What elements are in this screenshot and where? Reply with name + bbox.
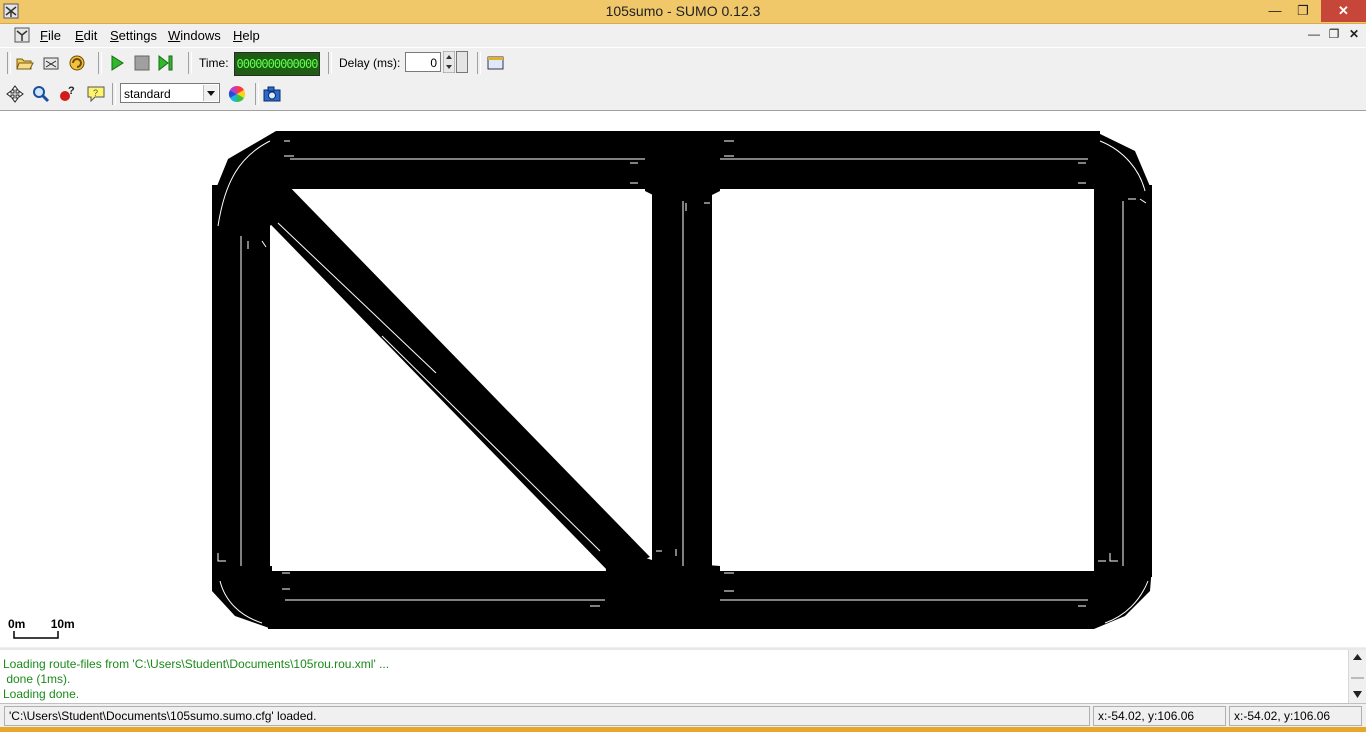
menu-help[interactable]: Help — [233, 28, 260, 43]
camera-icon[interactable] — [262, 84, 282, 104]
open-network-icon[interactable] — [41, 53, 61, 73]
scale-ruler — [13, 631, 59, 639]
document-icon[interactable] — [14, 27, 30, 43]
mdi-close-icon[interactable]: ✕ — [1346, 27, 1362, 41]
toolbar-grip[interactable] — [188, 52, 192, 74]
close-icon[interactable]: ✕ — [1321, 0, 1366, 22]
menu-windows[interactable]: Windows — [168, 28, 221, 43]
network-view[interactable]: 0m 10m — [0, 111, 1366, 647]
log-line: Loading done. — [3, 687, 80, 701]
color-scheme-select[interactable]: standard — [120, 83, 220, 103]
restore-icon[interactable]: ❐ — [1292, 0, 1314, 22]
toolbar-grip[interactable] — [477, 52, 481, 74]
color-scheme-value: standard — [124, 87, 171, 101]
log-scrollbar[interactable] — [1348, 650, 1366, 704]
status-bar: 'C:\Users\Student\Documents\105sumo.sumo… — [0, 703, 1366, 728]
play-icon[interactable] — [107, 53, 127, 73]
toolbar-grip[interactable] — [328, 52, 332, 74]
title-bar: 105sumo - SUMO 0.12.3 — ❐ ✕ — [0, 0, 1366, 24]
toolbar-grip[interactable] — [112, 83, 116, 105]
status-message: 'C:\Users\Student\Documents\105sumo.sumo… — [4, 706, 1090, 726]
stop-icon[interactable] — [132, 53, 152, 73]
delay-input[interactable]: 0 — [405, 52, 441, 72]
tooltip-icon[interactable]: ? — [85, 84, 107, 104]
menu-settings[interactable]: Settings — [110, 28, 157, 43]
scroll-arrows-icon[interactable] — [1349, 650, 1366, 704]
toolbar-grip[interactable] — [98, 52, 102, 74]
view-toolbar: ? ? standard — [0, 79, 1366, 111]
step-icon[interactable] — [157, 53, 177, 73]
svg-text:?: ? — [68, 85, 75, 97]
menu-edit[interactable]: Edit — [75, 28, 97, 43]
cursor-coordinates: x:-54.02, y:106.06 — [1093, 706, 1226, 726]
reload-icon[interactable] — [67, 53, 87, 73]
toolbar-grip[interactable] — [255, 83, 259, 105]
chevron-down-icon[interactable] — [203, 85, 218, 101]
simulation-toolbar: Time: 0000000000000 Delay (ms): 0 — [0, 47, 1366, 80]
minimize-icon[interactable]: — — [1264, 0, 1286, 22]
delay-slider[interactable] — [456, 51, 468, 73]
delay-label: Delay (ms): — [339, 56, 401, 70]
new-view-icon[interactable] — [486, 53, 506, 73]
delay-spinner-icon[interactable] — [443, 51, 455, 73]
cursor-geo-coordinates: x:-54.02, y:106.06 — [1229, 706, 1362, 726]
menu-file[interactable]: File — [40, 28, 61, 43]
locate-junction-icon[interactable]: ? — [57, 84, 77, 104]
open-folder-icon[interactable] — [15, 53, 35, 73]
scale-start-label: 0m — [8, 617, 26, 631]
svg-text:?: ? — [93, 88, 98, 98]
mdi-restore-icon[interactable]: ❐ — [1326, 27, 1342, 41]
scale-end-label: 10m — [50, 617, 75, 631]
message-log[interactable]: Loading route-files from 'C:\Users\Stude… — [0, 648, 1366, 704]
scale-bar: 0m 10m — [8, 617, 75, 639]
log-line: Loading route-files from 'C:\Users\Stude… — [3, 657, 390, 671]
color-wheel-icon[interactable] — [227, 84, 247, 104]
toolbar-grip[interactable] — [7, 52, 11, 74]
road-network[interactable] — [0, 111, 1366, 647]
mdi-minimize-icon[interactable]: — — [1306, 27, 1322, 41]
recenter-icon[interactable] — [5, 84, 25, 104]
log-line: done (1ms). — [3, 672, 71, 686]
zoom-icon[interactable] — [31, 84, 51, 104]
taskbar-strip — [0, 727, 1366, 732]
time-label: Time: — [199, 56, 229, 70]
menu-bar: File Edit Settings Windows Help — ❐ ✕ — [0, 24, 1366, 47]
time-display: 0000000000000 — [234, 52, 320, 76]
window-title: 105sumo - SUMO 0.12.3 — [605, 3, 761, 19]
